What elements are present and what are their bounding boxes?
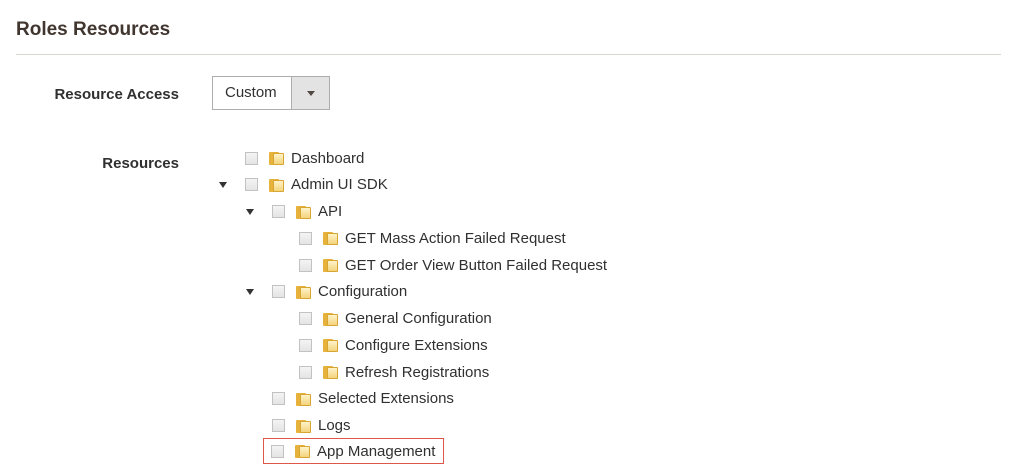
- tree-checkbox[interactable]: [271, 444, 284, 458]
- tree-checkbox[interactable]: [272, 392, 285, 406]
- tree-node[interactable]: Selected Extensions: [272, 389, 454, 409]
- tree-node-label: App Management: [317, 442, 436, 460]
- tree-node-label: Configure Extensions: [345, 336, 488, 354]
- tree-node[interactable]: API: [272, 202, 342, 222]
- folder-icon: [296, 205, 312, 219]
- tree-node[interactable]: GET Mass Action Failed Request: [299, 228, 566, 248]
- folder-icon: [323, 365, 339, 379]
- tree-checkbox[interactable]: [299, 312, 312, 325]
- chevron-down-icon: [306, 90, 315, 96]
- tree-expander-icon[interactable]: [246, 288, 254, 295]
- tree-checkbox[interactable]: [272, 419, 285, 432]
- tree-node-label: API: [318, 203, 343, 220]
- tree-node-label: Refresh Registrations: [345, 363, 490, 381]
- tree-node[interactable]: App Management: [262, 438, 445, 465]
- tree-node[interactable]: Configure Extensions: [299, 335, 488, 355]
- section-title: Roles Resources: [16, 19, 171, 40]
- folder-icon: [323, 231, 339, 246]
- tree-checkbox[interactable]: [299, 258, 312, 272]
- select-toggle[interactable]: [291, 77, 329, 109]
- tree-node[interactable]: General Configuration: [299, 309, 492, 329]
- folder-icon: [323, 258, 339, 272]
- tree-node[interactable]: Configuration: [272, 282, 407, 302]
- tree-node-label: Logs: [318, 417, 351, 434]
- folder-icon: [323, 312, 339, 326]
- resource-access-value: Custom: [225, 84, 277, 101]
- tree-checkbox[interactable]: [299, 231, 312, 245]
- resource-access-select[interactable]: Custom: [212, 76, 330, 110]
- tree-checkbox[interactable]: [245, 178, 258, 192]
- folder-icon: [269, 178, 285, 192]
- tree-node-label: Configuration: [318, 283, 408, 301]
- tree-node[interactable]: GET Order View Button Failed Request: [299, 255, 607, 275]
- tree-node-label: Selected Extensions: [318, 390, 454, 408]
- tree-node-label: General Configuration: [345, 310, 492, 327]
- tree-node[interactable]: Refresh Registrations: [299, 362, 489, 382]
- tree-node-label: GET Order View Button Failed Request: [345, 256, 608, 274]
- tree-expander-icon[interactable]: [219, 181, 227, 188]
- resources-label: Resources: [102, 155, 179, 172]
- folder-icon: [295, 444, 311, 459]
- tree-node[interactable]: Dashboard: [245, 148, 364, 168]
- tree-node-label: Admin UI SDK: [291, 176, 388, 194]
- tree-checkbox[interactable]: [272, 205, 285, 218]
- folder-icon: [296, 392, 312, 406]
- tree-node-label: Dashboard: [291, 149, 365, 167]
- tree-checkbox[interactable]: [299, 365, 312, 379]
- tree-node-label: GET Mass Action Failed Request: [345, 229, 566, 247]
- tree-checkbox[interactable]: [299, 338, 312, 352]
- tree-node[interactable]: Logs: [272, 416, 351, 436]
- folder-icon: [323, 338, 339, 353]
- resource-access-label: Resource Access: [54, 86, 179, 103]
- tree-node[interactable]: Admin UI SDK: [245, 175, 388, 195]
- tree-checkbox[interactable]: [245, 151, 258, 165]
- folder-icon: [269, 151, 285, 165]
- section-divider: [16, 54, 1001, 55]
- folder-icon: [296, 285, 312, 299]
- tree-expander-icon[interactable]: [246, 208, 254, 215]
- folder-icon: [296, 419, 312, 433]
- tree-checkbox[interactable]: [272, 285, 285, 299]
